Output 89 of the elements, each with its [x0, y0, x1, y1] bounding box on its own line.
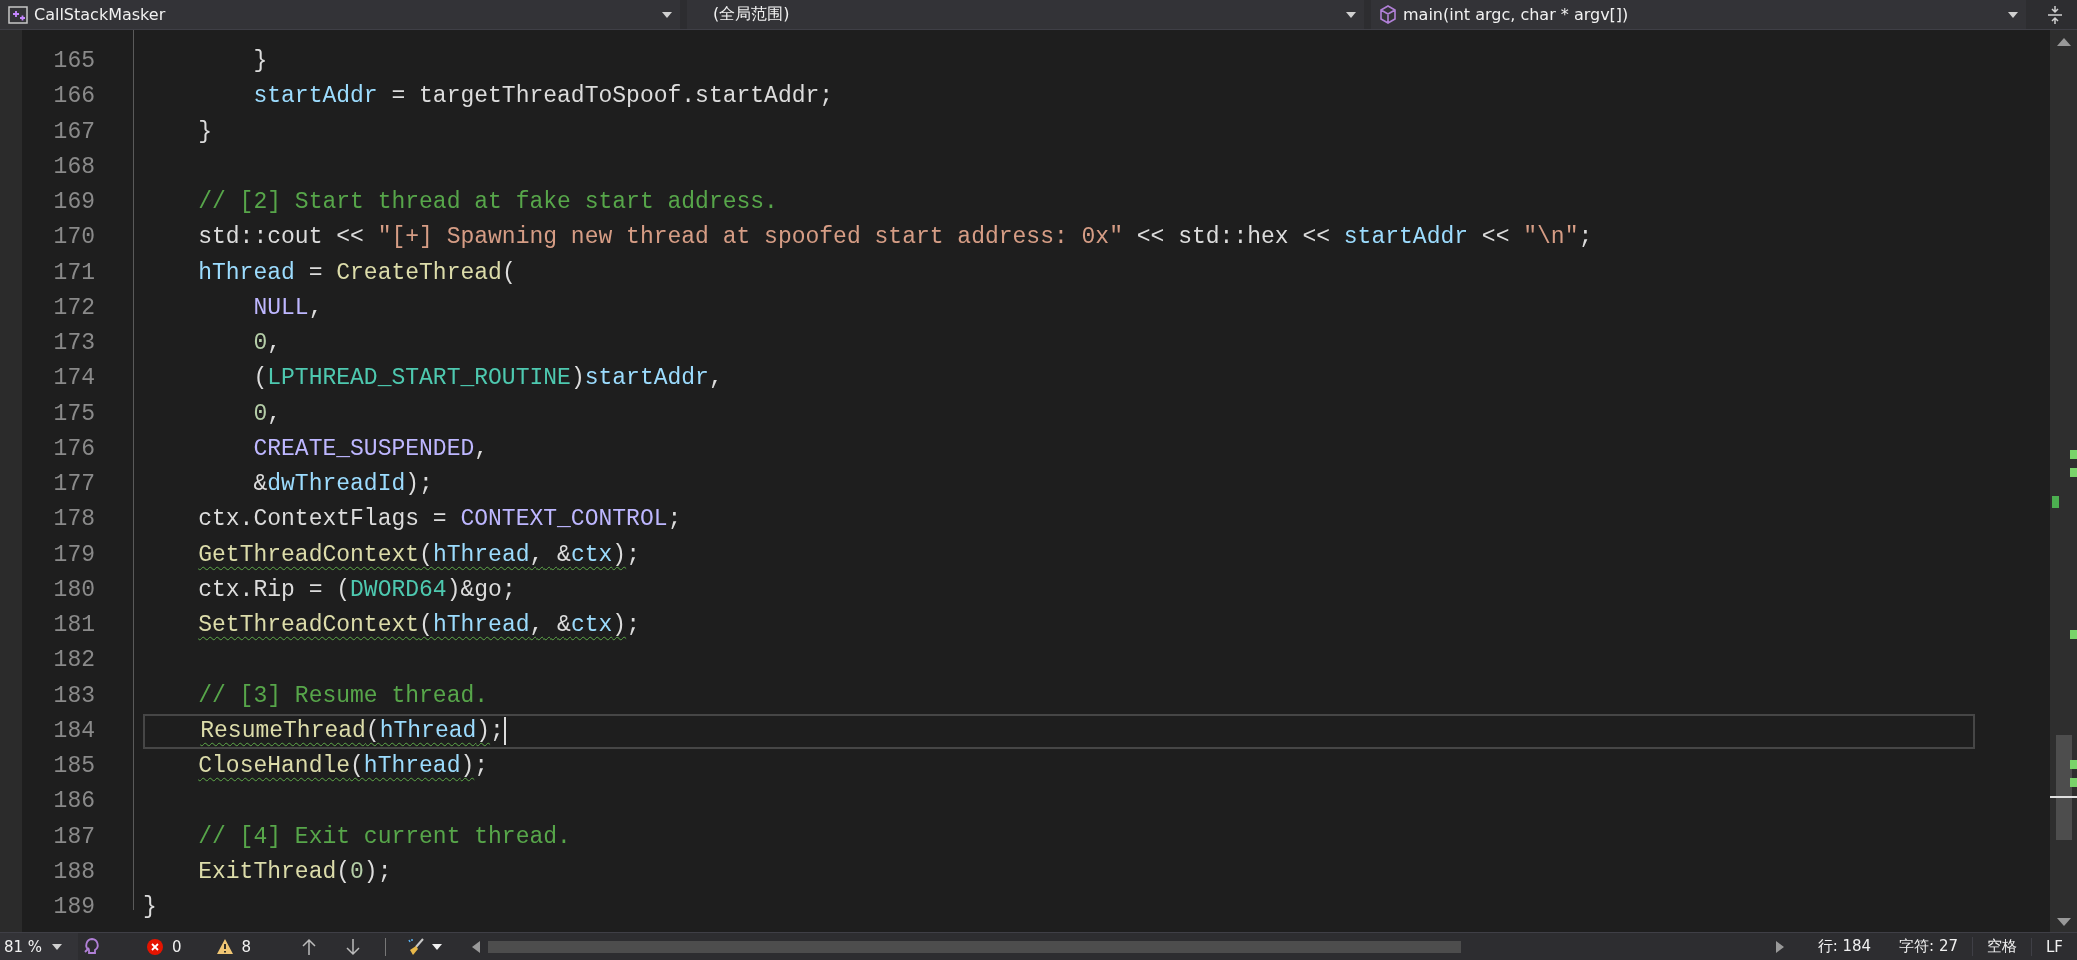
line-number: 175 — [52, 399, 95, 429]
code-line: ctx.ContextFlags = CONTEXT_CONTROL; — [197, 505, 682, 535]
next-issue-button[interactable] — [345, 937, 362, 956]
change-marker — [2052, 496, 2059, 508]
vertical-scrollbar[interactable] — [2050, 30, 2077, 932]
code-line: // [4] Exit current thread. — [197, 822, 571, 852]
line-number: 188 — [52, 857, 95, 887]
scroll-up-icon[interactable] — [2057, 36, 2071, 46]
scroll-down-icon[interactable] — [2057, 918, 2071, 928]
line-number: 186 — [52, 787, 95, 817]
scroll-left-icon[interactable] — [472, 940, 481, 953]
caret-position-marker — [2050, 796, 2077, 798]
code-line: hThread = CreateThread( — [197, 258, 516, 288]
line-number: 189 — [52, 893, 95, 922]
code-line: 0, — [252, 329, 282, 358]
code-line: GetThreadContext(hThread, &ctx); — [197, 540, 640, 570]
previous-issue-button[interactable] — [301, 937, 318, 956]
change-marker — [2070, 468, 2077, 477]
line-ending-indicator[interactable]: LF — [2031, 937, 2077, 956]
zoom-dropdown[interactable]: 81 % — [0, 933, 78, 960]
code-line: &dwThreadId); — [252, 470, 433, 499]
scope-dropdown[interactable]: (全局范围) — [687, 0, 1364, 29]
warning-squiggle-code: CloseHandle(hThread) — [198, 753, 475, 779]
line-number: 181 — [52, 611, 95, 640]
scrollbar-thumb[interactable] — [2056, 735, 2072, 840]
error-count[interactable]: 0 — [172, 937, 182, 956]
line-number: 173 — [52, 329, 95, 358]
line-number: 176 — [52, 434, 95, 464]
column-indicator[interactable]: 字符: 27 — [1885, 937, 1972, 956]
cube-icon — [1379, 5, 1397, 24]
warning-squiggle-code: GetThreadContext(hThread, &ctx) — [198, 541, 627, 568]
warning-squiggle-code: SetThreadContext(hThread, &ctx) — [198, 612, 627, 638]
line-number: 171 — [52, 258, 95, 288]
code-line: ResumeThread(hThread); — [199, 716, 504, 746]
project-icon — [8, 5, 28, 24]
code-line: CloseHandle(hThread); — [197, 752, 489, 781]
caret-icon — [2008, 11, 2018, 18]
split-icon — [2047, 4, 2063, 25]
line-number: 179 — [52, 540, 95, 570]
code-line: } — [143, 893, 157, 922]
caret-icon — [662, 11, 672, 18]
code-line: (LPTHREAD_START_ROUTINE)startAddr, — [252, 364, 723, 394]
scroll-right-icon[interactable] — [1775, 940, 1784, 953]
warning-squiggle-code: ResumeThread(hThread) — [200, 717, 491, 744]
line-number: 167 — [52, 117, 95, 147]
line-number: 174 — [52, 364, 95, 394]
line-number: 169 — [52, 188, 95, 217]
line-number: 180 — [52, 575, 95, 605]
line-indicator[interactable]: 行: 184 — [1803, 937, 1886, 956]
warning-count[interactable]: 8 — [241, 937, 252, 956]
line-number: 185 — [52, 752, 95, 781]
text-cursor — [503, 717, 506, 746]
code-line: startAddr = targetThreadToSpoof.startAddr; — [252, 82, 834, 112]
code-line: } — [197, 117, 212, 147]
code-line: // [2] Start thread at fake start address. — [197, 188, 778, 217]
code-line: // [3] Resume thread. — [197, 681, 489, 711]
member-dropdown[interactable]: main(int argc, char * argv[]) — [1371, 0, 2026, 29]
change-marker — [2070, 630, 2077, 639]
line-number: 172 — [52, 293, 95, 323]
project-dropdown[interactable]: CallStackMasker — [0, 0, 680, 29]
code-line: ctx.Rip = (DWORD64)&go; — [197, 575, 516, 605]
line-number: 187 — [52, 822, 95, 852]
code-line: 0, — [252, 399, 282, 429]
caret-icon — [52, 943, 63, 950]
code-line: SetThreadContext(hThread, &ctx); — [197, 611, 640, 640]
line-number: 182 — [52, 646, 95, 676]
change-marker — [2070, 778, 2077, 787]
line-number: 183 — [52, 681, 95, 711]
change-marker — [2070, 760, 2077, 769]
code-line: std::cout << "[+] Spawning new thread at spoofed start address: 0x" << std::hex << startAddr << "\n"; — [197, 223, 1593, 253]
change-marker — [2070, 450, 2077, 459]
code-line: } — [252, 47, 268, 76]
line-number: 165 — [52, 47, 95, 76]
caret-icon — [1346, 11, 1356, 18]
line-number: 170 — [52, 223, 95, 253]
error-icon — [146, 937, 164, 956]
caret-icon — [432, 943, 443, 950]
code-line: NULL, — [252, 293, 323, 323]
lightbulb-icon[interactable] — [82, 936, 102, 957]
line-number: 168 — [52, 152, 95, 182]
line-number: 166 — [52, 82, 95, 112]
code-cleanup-button[interactable] — [406, 936, 443, 957]
line-number: 184 — [52, 716, 95, 746]
line-number: 177 — [52, 470, 95, 499]
indentation-indicator[interactable]: 空格 — [1972, 937, 2031, 956]
code-line: CREATE_SUSPENDED, — [252, 434, 489, 464]
warning-icon — [215, 938, 234, 955]
code-line: ExitThread(0); — [197, 857, 392, 887]
line-number: 178 — [52, 505, 95, 535]
